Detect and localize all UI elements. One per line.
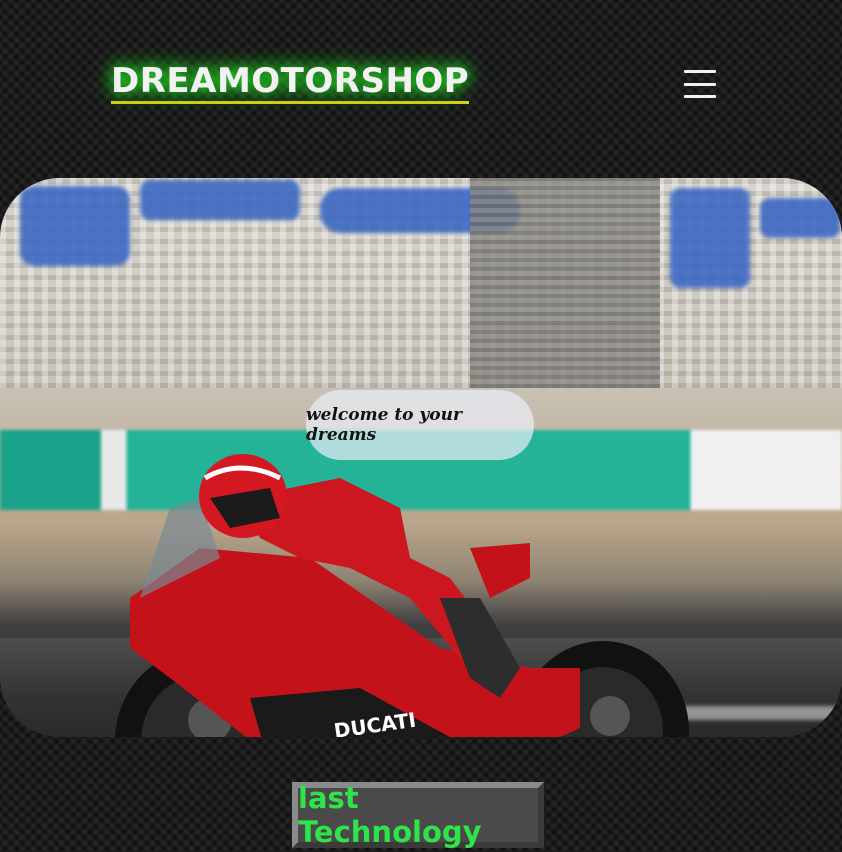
hamburger-menu-icon[interactable] xyxy=(684,68,716,100)
last-technology-button[interactable]: last Technology xyxy=(292,781,544,849)
stand-stairs xyxy=(470,178,660,388)
seat-pattern xyxy=(760,198,840,238)
seat-pattern xyxy=(20,186,130,266)
menu-line xyxy=(684,95,716,98)
site-header: DREAMOTORSHOP xyxy=(0,0,842,170)
menu-line xyxy=(684,82,716,86)
menu-line xyxy=(684,70,716,73)
brand-logo[interactable]: DREAMOTORSHOP xyxy=(111,62,470,104)
welcome-banner: welcome to your dreams xyxy=(306,390,534,460)
hero-image: DUCATI welcome to your dreams xyxy=(0,178,842,737)
seat-pattern xyxy=(140,180,300,220)
motorcycle-image: DUCATI xyxy=(115,454,689,737)
seat-pattern xyxy=(670,188,750,288)
